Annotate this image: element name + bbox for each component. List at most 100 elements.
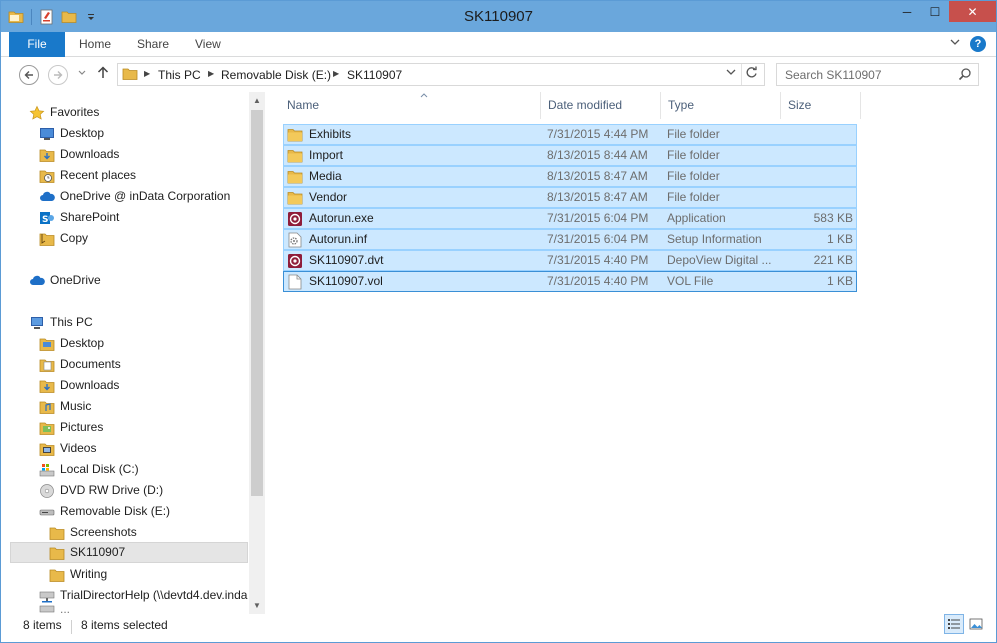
file-row[interactable]: Exhibits 7/31/2015 4:44 PM File folder	[283, 124, 857, 145]
scroll-up-icon[interactable]: ▲	[253, 96, 261, 105]
file-type: File folder	[667, 148, 720, 162]
forward-button[interactable]	[48, 65, 68, 85]
search-box	[776, 63, 979, 86]
column-header-type[interactable]: Type	[661, 92, 781, 119]
close-button[interactable]: ✕	[949, 1, 996, 22]
file-list: Name Date modified Type Size Exhibits 7/3…	[265, 92, 996, 614]
nav-removable-screenshots[interactable]: Screenshots	[49, 522, 137, 543]
scroll-thumb[interactable]	[251, 110, 263, 496]
folder-icon	[287, 169, 303, 185]
back-button[interactable]	[19, 65, 39, 85]
breadcrumb-separator-icon[interactable]: ▶	[208, 69, 214, 78]
navigation-bar: ▶ This PC ▶ Removable Disk (E:) ▶ SK1109…	[1, 58, 996, 91]
nav-network-drive[interactable]: TrialDirectorHelp (\\devtd4.dev.inda	[39, 585, 249, 606]
nav-favorites-copy[interactable]: Copy	[39, 228, 88, 249]
scroll-down-icon[interactable]: ▼	[253, 601, 261, 610]
file-row[interactable]: Import 8/13/2015 8:44 AM File folder	[283, 145, 857, 166]
breadcrumb-separator-icon[interactable]: ▶	[144, 69, 150, 78]
breadcrumb-separator-icon[interactable]: ▶	[333, 69, 339, 78]
nav-label: Local Disk (C:)	[60, 462, 139, 476]
file-size: 583 KB	[813, 211, 853, 225]
nav-label: Downloads	[60, 378, 120, 392]
nav-favorites-downloads[interactable]: Downloads	[39, 144, 119, 165]
nav-this-pc-removable-disk[interactable]: Removable Disk (E:)	[39, 501, 170, 522]
nav-label: Copy	[60, 231, 89, 245]
file-name: Vendor	[309, 190, 348, 204]
up-button[interactable]	[97, 66, 109, 82]
file-type: File folder	[667, 169, 720, 183]
downloads-icon	[39, 147, 55, 163]
file-type: File folder	[667, 190, 720, 204]
file-name-cell: Exhibits	[287, 125, 542, 144]
status-bar: 8 items 8 items selected	[1, 614, 996, 642]
folder-icon	[49, 545, 65, 561]
tab-file[interactable]: File	[9, 32, 65, 57]
file-row[interactable]: Autorun.inf 7/31/2015 6:04 PM Setup Inform…	[283, 229, 857, 250]
recent-locations-chevron-icon[interactable]	[78, 68, 86, 78]
address-bar[interactable]: ▶ This PC ▶ Removable Disk (E:) ▶ SK1109…	[117, 63, 765, 86]
nav-label: Screenshots	[70, 525, 137, 539]
nav-removable-writing[interactable]: Writing	[49, 564, 107, 585]
nav-this-pc-music[interactable]: Music	[39, 396, 91, 417]
nav-this-pc-dvd-drive[interactable]: DVD RW Drive (D:)	[39, 480, 163, 501]
nav-removable-sk110907[interactable]: SK110907	[10, 542, 248, 563]
nav-label: SharePoint	[60, 210, 120, 224]
file-date: 8/13/2015 8:47 AM	[547, 169, 648, 183]
maximize-button[interactable]: ☐	[921, 1, 949, 22]
nav-onedrive[interactable]: OneDrive	[29, 270, 101, 291]
tab-home[interactable]: Home	[79, 32, 111, 57]
column-header-date[interactable]: Date modified	[541, 92, 661, 119]
nav-this-pc-pictures[interactable]: Pictures	[39, 417, 103, 438]
column-header-size[interactable]: Size	[781, 92, 861, 119]
expand-ribbon-chevron-icon[interactable]	[950, 37, 960, 49]
address-divider	[741, 64, 742, 85]
breadcrumb-removable-disk[interactable]: Removable Disk (E:)	[221, 68, 331, 82]
file-date: 8/13/2015 8:47 AM	[547, 190, 648, 204]
file-row[interactable]: Media 8/13/2015 8:47 AM File folder	[283, 166, 857, 187]
file-icon	[287, 274, 303, 290]
title-bar[interactable]: SK110907 ─ ☐ ✕	[1, 1, 996, 32]
nav-this-pc-videos[interactable]: Videos	[39, 438, 96, 459]
file-row[interactable]: Autorun.exe 7/31/2015 6:04 PM Application 5…	[283, 208, 857, 229]
network-drive-icon	[39, 588, 55, 604]
search-icon[interactable]	[958, 67, 972, 84]
nav-favorites[interactable]: Favorites	[29, 102, 99, 123]
breadcrumb-this-pc[interactable]: This PC	[158, 68, 201, 82]
search-input[interactable]	[777, 64, 957, 85]
sort-ascending-icon	[420, 82, 428, 109]
file-row[interactable]: SK110907.vol 7/31/2015 4:40 PM VOL File 1 K…	[283, 271, 857, 292]
app-icon	[287, 211, 303, 227]
window-controls: ─ ☐ ✕	[893, 1, 996, 22]
nav-more-items[interactable]: ...	[39, 605, 70, 614]
file-date: 7/31/2015 4:40 PM	[547, 253, 649, 267]
nav-this-pc-downloads[interactable]: Downloads	[39, 375, 119, 396]
file-date: 7/31/2015 4:40 PM	[547, 274, 649, 288]
refresh-icon[interactable]	[745, 66, 758, 82]
nav-label: Writing	[70, 567, 108, 581]
nav-favorites-sharepoint[interactable]: S SharePoint	[39, 207, 119, 228]
file-row[interactable]: Vendor 8/13/2015 8:47 AM File folder	[283, 187, 857, 208]
breadcrumb-sk110907[interactable]: SK110907	[347, 68, 402, 82]
nav-label: Favorites	[50, 105, 100, 119]
nav-favorites-desktop[interactable]: Desktop	[39, 123, 104, 144]
file-size	[781, 167, 853, 186]
nav-this-pc[interactable]: This PC	[29, 312, 93, 333]
nav-favorites-recent-places[interactable]: Recent places	[39, 165, 136, 186]
nav-this-pc-desktop[interactable]: Desktop	[39, 333, 104, 354]
tab-view[interactable]: View	[195, 32, 221, 57]
file-row[interactable]: SK110907.dvt 7/31/2015 4:40 PM DepoView Di…	[283, 250, 857, 271]
address-history-chevron-icon[interactable]	[726, 68, 736, 79]
nav-label: This PC	[50, 315, 93, 329]
nav-label: Removable Disk (E:)	[60, 504, 171, 518]
help-button[interactable]: ?	[970, 36, 986, 52]
nav-favorites-onedrive-indata[interactable]: OneDrive @ inData Corporation	[39, 186, 230, 207]
minimize-button[interactable]: ─	[893, 1, 921, 22]
nav-this-pc-documents[interactable]: Documents	[39, 354, 121, 375]
details-view-button[interactable]	[944, 614, 964, 634]
column-header-name[interactable]: Name	[280, 92, 541, 119]
large-icons-view-button[interactable]	[966, 614, 986, 634]
file-name: Import	[309, 148, 344, 162]
tab-share[interactable]: Share	[137, 32, 169, 57]
nav-scrollbar[interactable]: ▲ ▼	[249, 92, 265, 614]
nav-this-pc-local-disk[interactable]: Local Disk (C:)	[39, 459, 139, 480]
